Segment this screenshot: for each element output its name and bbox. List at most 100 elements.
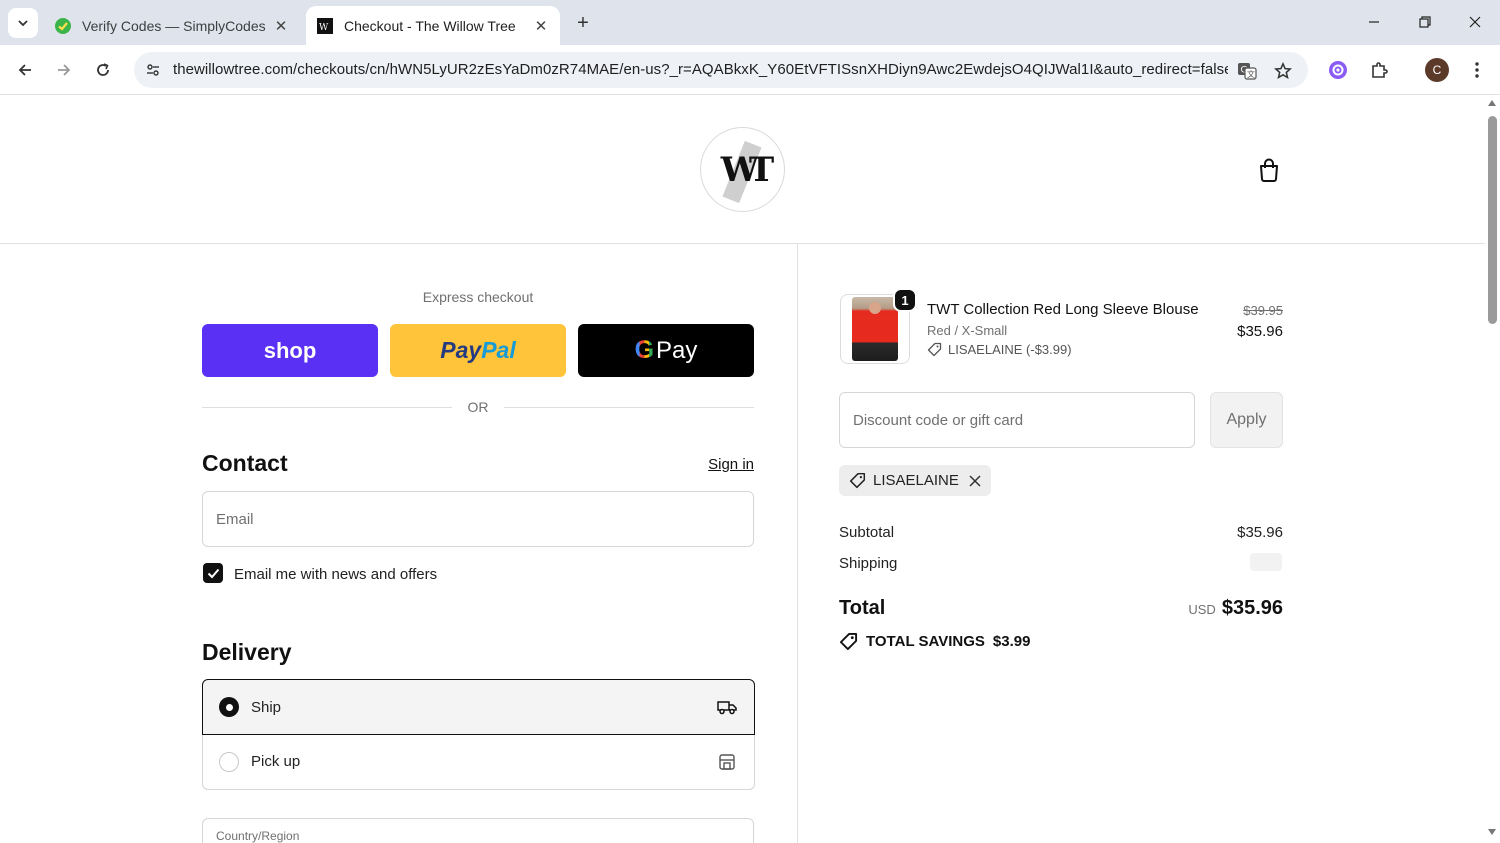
shipping-value-placeholder (1250, 553, 1282, 571)
total-savings: TOTAL SAVINGS $3.99 (839, 632, 1030, 651)
address-bar[interactable]: thewillowtree.com/checkouts/cn/hWN5LyUR2… (134, 52, 1308, 88)
original-price: $39.95 (1243, 303, 1283, 318)
scroll-thumb[interactable] (1488, 116, 1497, 324)
delivery-option-label: Pick up (251, 753, 301, 770)
delivery-method-group: Ship Pick up (202, 679, 755, 790)
new-tab-button[interactable]: + (570, 10, 596, 36)
tag-icon (839, 632, 858, 651)
scroll-down-arrow[interactable] (1488, 829, 1496, 835)
discount-code-input[interactable] (840, 393, 1194, 447)
or-divider-label: OR (467, 399, 489, 415)
tab-willowtree[interactable]: W Checkout - The Willow Tree ✕ (306, 6, 560, 45)
tag-icon (849, 472, 866, 489)
browser-toolbar: thewillowtree.com/checkouts/cn/hWN5LyUR2… (0, 45, 1500, 95)
tab-title: Checkout - The Willow Tree (344, 17, 516, 34)
total-amount: USD $35.96 (1100, 597, 1283, 620)
minimize-button[interactable] (1359, 8, 1389, 36)
paypal-button[interactable]: PayPal (390, 324, 566, 377)
applied-code-text: LISAELAINE (873, 472, 959, 489)
tab-simplycodes[interactable]: Verify Codes — SimplyCodes ✕ (44, 6, 300, 45)
savings-value: $3.99 (992, 633, 1031, 650)
google-g-icon: G (634, 336, 655, 364)
google-pay-button[interactable]: G Pay (578, 324, 754, 377)
site-header: WT (0, 96, 1485, 244)
email-input[interactable] (203, 492, 753, 546)
arrow-right-icon (58, 64, 71, 76)
shop-pay-label: shop (263, 337, 317, 363)
restore-icon (1419, 16, 1431, 28)
translate-icon[interactable]: G文 (1236, 60, 1258, 82)
total-label: Total (839, 597, 886, 619)
tab-search-button[interactable] (8, 8, 38, 38)
product-discount: LISAELAINE (-$3.99) (927, 342, 1072, 357)
tag-icon (927, 342, 942, 357)
scroll-up-arrow[interactable] (1488, 100, 1496, 106)
truck-icon (716, 696, 738, 718)
browser-menu-button[interactable] (1464, 57, 1490, 83)
shipping-label: Shipping (839, 555, 898, 572)
radio-selected[interactable] (219, 697, 239, 717)
apply-button[interactable]: Apply (1210, 392, 1283, 448)
close-icon[interactable]: ✕ (530, 15, 552, 37)
checkmark-icon (207, 568, 219, 578)
reload-button[interactable] (89, 56, 117, 84)
shop-pay-button[interactable]: shop (202, 324, 378, 377)
paypal-logo: PayPal (440, 337, 516, 363)
reload-icon (97, 63, 109, 76)
close-window-button[interactable] (1460, 8, 1490, 36)
bookmark-star-icon[interactable] (1272, 60, 1294, 82)
store-logo[interactable]: WT (700, 127, 785, 212)
shopping-bag-icon (1260, 158, 1278, 182)
profile-button[interactable]: C (1424, 57, 1450, 83)
forward-button[interactable] (50, 56, 78, 84)
product-image (852, 297, 898, 361)
logo-text: WT (720, 149, 775, 190)
country-label: Country/Region (216, 829, 300, 843)
delivery-option-label: Ship (251, 698, 282, 716)
subtotal-value: $35.96 (1237, 524, 1283, 541)
email-field[interactable] (202, 491, 754, 547)
simplycodes-icon (54, 17, 72, 35)
close-icon[interactable]: ✕ (270, 15, 292, 37)
contact-heading: Contact (202, 450, 288, 476)
site-info-icon[interactable] (142, 59, 164, 81)
minimize-icon (1369, 21, 1379, 23)
delivery-option-pickup[interactable]: Pick up (202, 734, 755, 790)
savings-label: TOTAL SAVINGS (866, 633, 985, 650)
svg-text:文: 文 (1247, 69, 1255, 79)
extension-icon[interactable] (1325, 57, 1351, 83)
total-value: $35.96 (1221, 597, 1283, 619)
extensions-puzzle-icon[interactable] (1366, 57, 1392, 83)
newsletter-checkbox[interactable] (203, 563, 223, 583)
google-pay-label: Pay (656, 336, 698, 364)
arrow-left-icon (18, 64, 31, 76)
radio-unselected[interactable] (219, 751, 239, 772)
more-vertical-icon (1475, 62, 1479, 78)
chevron-down-icon (18, 20, 28, 27)
restore-button[interactable] (1410, 8, 1440, 36)
product-discount-text: LISAELAINE (-$3.99) (948, 342, 1072, 357)
cart-button[interactable] (1255, 155, 1283, 185)
subtotal-label: Subtotal (839, 524, 895, 541)
avatar: C (1425, 58, 1449, 82)
page-scrollbar[interactable] (1485, 96, 1500, 843)
willowtree-icon: W (316, 17, 334, 35)
applied-discount-chip: LISAELAINE (839, 465, 991, 496)
currency-code: USD (1188, 602, 1216, 617)
divider (504, 407, 754, 408)
tab-title: Verify Codes — SimplyCodes (82, 17, 266, 34)
delivery-option-ship[interactable]: Ship (202, 679, 755, 735)
country-select[interactable]: Country/Region (202, 818, 754, 843)
quantity-badge: 1 (893, 288, 917, 312)
sign-in-link[interactable]: Sign in (700, 456, 754, 473)
browser-tab-bar: Verify Codes — SimplyCodes ✕ W Checkout … (0, 0, 1500, 45)
back-button[interactable] (11, 56, 39, 84)
discount-code-field[interactable] (839, 392, 1195, 448)
newsletter-label: Email me with news and offers (234, 566, 438, 583)
discounted-price: $35.96 (1237, 323, 1283, 340)
svg-text:W: W (319, 23, 329, 33)
url-text[interactable]: thewillowtree.com/checkouts/cn/hWN5LyUR2… (173, 61, 1228, 78)
product-name: TWT Collection Red Long Sleeve Blouse (927, 301, 1199, 318)
remove-code-icon[interactable] (969, 474, 981, 487)
product-image-detail (869, 302, 881, 314)
